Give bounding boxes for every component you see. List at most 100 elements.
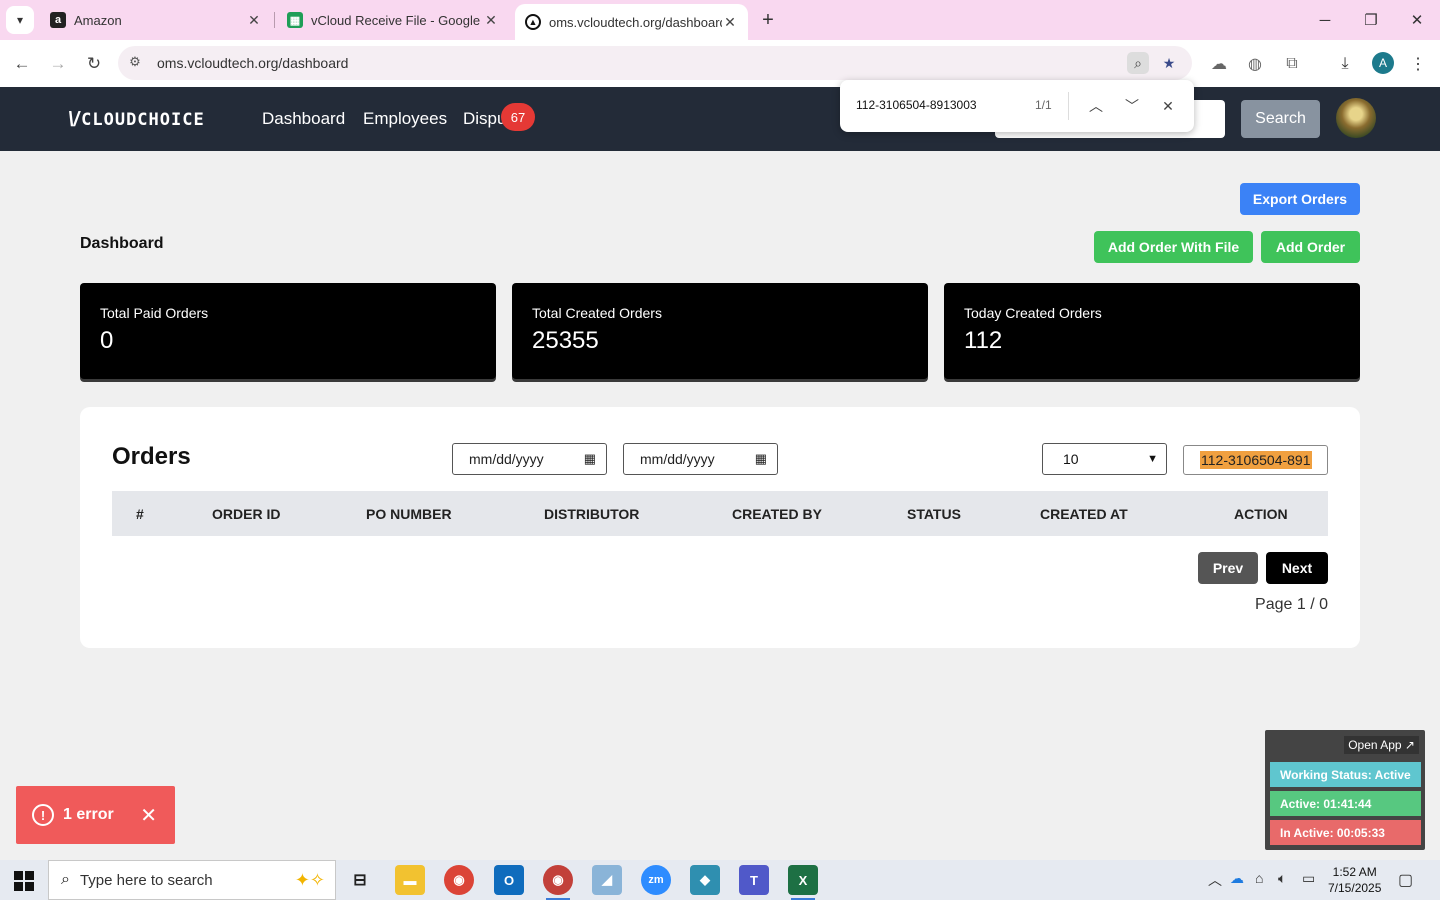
file-explorer-icon[interactable]: ▬ (395, 865, 425, 895)
outlook-icon[interactable]: O (494, 865, 524, 895)
orders-title: Orders (112, 443, 191, 470)
back-icon[interactable]: ← (8, 50, 36, 78)
divider (1068, 92, 1069, 120)
network-icon[interactable]: ▭ (1302, 870, 1315, 887)
date-from-input[interactable]: mm/dd/yyyy ▦ (452, 443, 607, 475)
close-tab-icon[interactable]: ✕ (722, 14, 738, 31)
page-size-select[interactable]: 10 ▼ (1042, 443, 1167, 475)
add-order-with-file-button[interactable]: Add Order With File (1094, 231, 1253, 263)
new-tab-icon[interactable]: + (756, 6, 780, 34)
nav-disputes[interactable]: Dispu (463, 109, 506, 129)
notifications-icon[interactable]: ▢ (1398, 870, 1413, 890)
tab-google-sheets[interactable]: ▦ vCloud Receive File - Google Sh ✕ (277, 0, 509, 40)
orders-search-input[interactable]: 112-3106504-891 (1183, 445, 1328, 475)
google-sheets-icon: ▦ (287, 12, 303, 28)
extensions-puzzle-icon[interactable]: ⧉ (1280, 52, 1304, 76)
active-time: Active: 01:41:44 (1270, 791, 1421, 816)
orders-card: Orders mm/dd/yyyy ▦ mm/dd/yyyy ▦ 10 ▼ 11… (80, 407, 1360, 648)
clock-time: 1:52 AM (1332, 865, 1377, 879)
app-diamond-icon[interactable]: ◆ (690, 865, 720, 895)
tab-search-chevron-icon[interactable]: ▾ (6, 6, 34, 34)
chrome-profile-icon[interactable]: ◉ (543, 865, 573, 900)
minimize-icon[interactable]: ─ (1302, 0, 1348, 40)
taskbar-search[interactable]: ⌕ Type here to search ✦✧ (48, 860, 336, 900)
orders-table-header: # ORDER ID PO NUMBER DISTRIBUTOR CREATED… (112, 491, 1328, 536)
tab-amazon[interactable]: a Amazon ✕ (40, 0, 272, 40)
app-icon[interactable]: ◢ (592, 865, 622, 895)
find-next-icon[interactable]: ﹀ (1120, 94, 1144, 118)
logo-text: CLOUDCHOICE (81, 110, 205, 130)
url-text[interactable]: oms.vcloudtech.org/dashboard (157, 55, 348, 71)
search-placeholder: Type here to search (79, 871, 213, 889)
zoom-icon[interactable]: zm (641, 865, 671, 895)
alert-icon: ! (32, 804, 54, 826)
find-input[interactable] (856, 98, 1026, 112)
teams-icon[interactable]: T (739, 865, 769, 895)
downloads-icon[interactable]: ⤓ (1333, 52, 1357, 76)
page-size-value: 10 (1063, 451, 1079, 467)
column-header: STATUS (907, 506, 961, 522)
stat-card-total-created: Total Created Orders 25355 (512, 283, 928, 379)
date-placeholder: mm/dd/yyyy (640, 451, 715, 467)
find-previous-icon[interactable]: ︿ (1084, 94, 1108, 118)
excel-icon[interactable]: X (788, 865, 818, 900)
forward-icon[interactable]: → (44, 50, 72, 78)
extension-cloud-icon[interactable]: ☁ (1207, 52, 1231, 76)
site-info-icon[interactable]: ⚙ (126, 54, 144, 72)
export-orders-button[interactable]: Export Orders (1240, 183, 1360, 215)
find-close-icon[interactable]: ✕ (1156, 94, 1180, 118)
column-header: # (136, 506, 144, 522)
site-icon: ▲ (525, 14, 541, 30)
onedrive-icon[interactable]: ☁ (1230, 870, 1244, 887)
menu-kebab-icon[interactable]: ⋮ (1406, 52, 1430, 76)
add-order-button[interactable]: Add Order (1261, 231, 1360, 263)
profile-avatar[interactable]: A (1372, 52, 1394, 74)
working-status: Working Status: Active (1270, 762, 1421, 787)
nav-dashboard[interactable]: Dashboard (262, 109, 345, 129)
calendar-icon[interactable]: ▦ (755, 451, 767, 467)
close-tab-icon[interactable]: ✕ (246, 12, 262, 29)
search-highlighted-text: 112-3106504-891 (1200, 451, 1312, 469)
stat-card-today-created: Today Created Orders 112 (944, 283, 1360, 379)
reload-icon[interactable]: ↻ (80, 50, 108, 78)
find-in-page-icon[interactable]: ⌕ (1127, 52, 1149, 74)
error-toast[interactable]: ! 1 error ✕ (16, 786, 175, 844)
user-avatar[interactable] (1336, 98, 1376, 138)
page-title: Dashboard (80, 235, 164, 252)
disputes-count-badge: 67 (501, 103, 535, 131)
amazon-icon: a (50, 12, 66, 28)
column-header: CREATED AT (1040, 506, 1128, 522)
close-window-icon[interactable]: ✕ (1394, 0, 1440, 40)
maximize-icon[interactable]: ❐ (1348, 0, 1394, 40)
bookmark-star-icon[interactable]: ★ (1158, 52, 1180, 74)
page-info: Page 1 / 0 (1255, 596, 1328, 613)
extension-globe-icon[interactable]: ◍ (1243, 52, 1267, 76)
nav-employees[interactable]: Employees (363, 109, 447, 129)
date-to-input[interactable]: mm/dd/yyyy ▦ (623, 443, 778, 475)
close-icon[interactable]: ✕ (140, 803, 157, 828)
column-header: ACTION (1234, 506, 1288, 522)
tab-title: oms.vcloudtech.org/dashboard (549, 14, 722, 30)
header-search-button[interactable]: Search (1241, 100, 1320, 138)
prev-page-button[interactable]: Prev (1198, 552, 1258, 584)
volume-icon[interactable]: 🔈︎ (1278, 870, 1286, 887)
date-placeholder: mm/dd/yyyy (469, 451, 544, 467)
tab-dashboard[interactable]: ▲ oms.vcloudtech.org/dashboard ✕ (515, 4, 748, 40)
tray-app-icon[interactable]: ⌂ (1255, 870, 1263, 886)
next-page-button[interactable]: Next (1266, 552, 1328, 584)
clock[interactable]: 1:52 AM 7/15/2025 (1328, 864, 1381, 896)
column-header: DISTRIBUTOR (544, 506, 640, 522)
address-bar[interactable]: ⚙ oms.vcloudtech.org/dashboard ⌕ ★ (118, 46, 1192, 80)
close-tab-icon[interactable]: ✕ (483, 12, 499, 29)
chrome-icon[interactable]: ◉ (444, 865, 474, 895)
column-header: ORDER ID (212, 506, 281, 522)
tray-chevron-up-icon[interactable]: ︿ (1208, 870, 1222, 890)
calendar-icon[interactable]: ▦ (584, 451, 596, 467)
column-header: CREATED BY (732, 506, 822, 522)
logo[interactable]: \/ CLOUDCHOICE (68, 109, 205, 131)
open-app-link[interactable]: Open App ↗ (1344, 736, 1419, 754)
task-view-icon[interactable]: ⊟ (345, 865, 375, 895)
stat-label: Total Paid Orders (100, 305, 209, 321)
windows-start-icon[interactable] (14, 871, 34, 891)
logo-mark-icon: \/ (68, 108, 80, 131)
